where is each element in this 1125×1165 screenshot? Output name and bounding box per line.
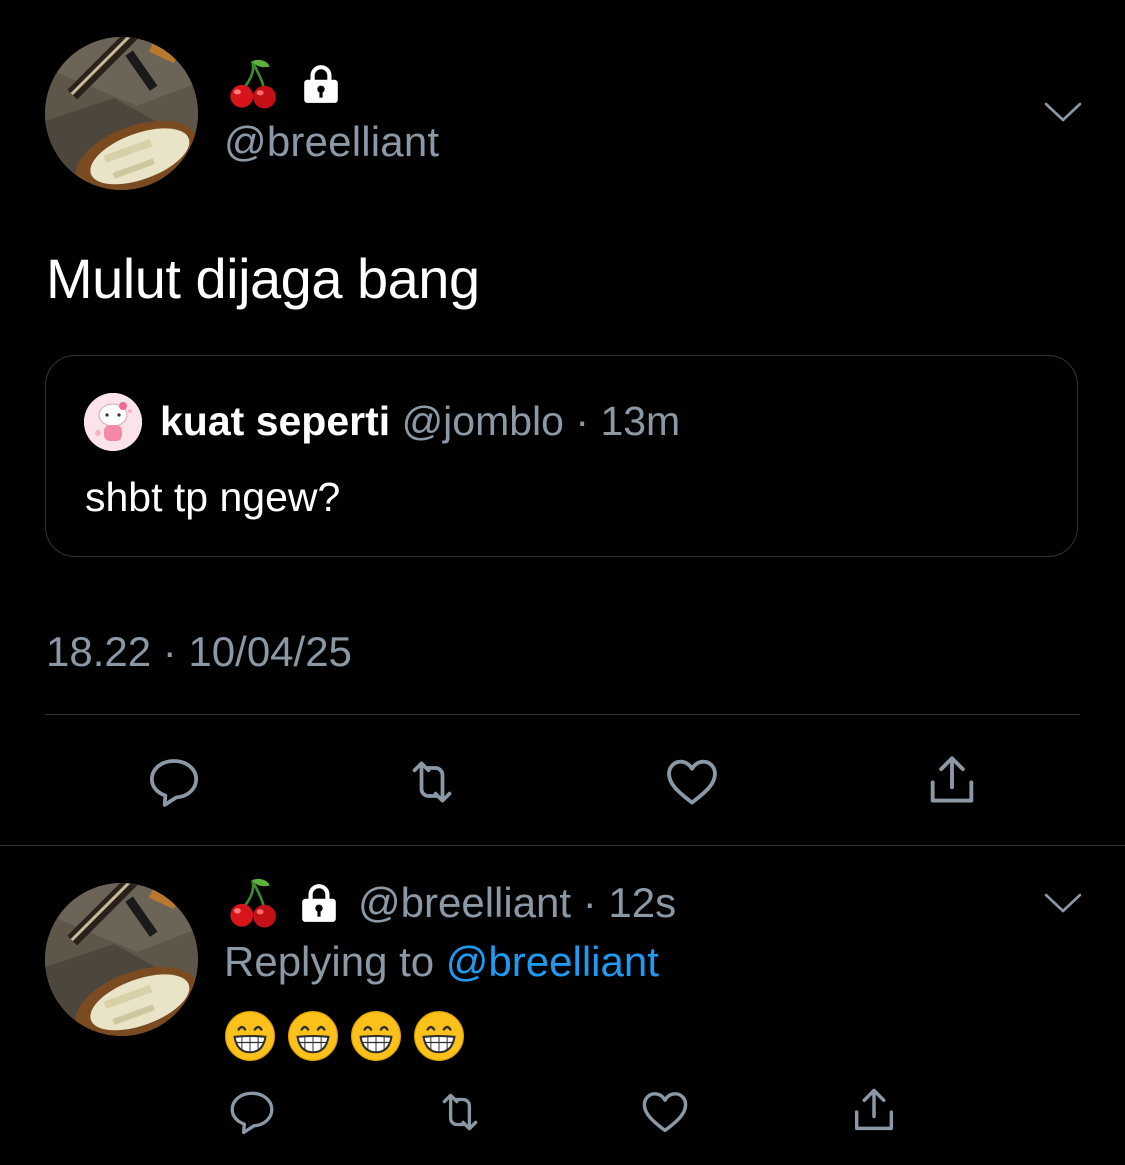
chevron-down-icon[interactable] [1043,891,1083,915]
author-handle[interactable]: @breelliant [224,118,439,166]
reply-button[interactable] [142,750,206,814]
grinning-face-emoji [287,1010,339,1062]
quoted-tweet-text: shbt tp ngew? [85,474,341,520]
tweet-timestamp: 18.22 · 10/04/25 [46,628,352,675]
share-icon [923,751,981,809]
reply-author-handle[interactable]: @breelliant [358,879,571,926]
quoted-tweet-header: kuat seperti @jomblo · 13m [160,398,680,445]
like-icon [663,753,721,811]
retweet-icon [404,754,460,810]
grinning-face-emoji [413,1010,465,1062]
quoted-time: 13m [600,398,681,444]
retweet-icon [435,1087,485,1137]
quoted-author-avatar [84,393,142,451]
quoted-author-handle[interactable]: @jomblo [402,398,564,444]
like-button[interactable] [637,1084,693,1140]
author-display-name[interactable] [226,56,342,112]
lock-icon [300,63,342,105]
retweet-button[interactable] [400,750,464,814]
like-button[interactable] [660,750,724,814]
tweet-text: Mulut dijaga bang [46,247,480,310]
cherry-emoji [226,56,282,112]
author-avatar[interactable] [45,37,198,190]
chevron-down-icon[interactable] [1043,100,1083,124]
grinning-face-emoji [224,1010,276,1062]
reply-text [224,1010,465,1062]
reply-icon [227,1087,277,1137]
share-button[interactable] [846,1082,902,1138]
reply-author-avatar[interactable] [45,883,198,1036]
quoted-separator: · [575,398,590,444]
reply-header: @breelliant · 12s [226,875,676,931]
cherry-emoji [226,875,282,931]
reply-icon [146,754,202,810]
replying-to-label: Replying to [224,938,435,985]
divider [45,714,1080,715]
like-icon [639,1086,691,1138]
grinning-face-emoji [350,1010,402,1062]
quoted-author-name[interactable]: kuat seperti [160,398,390,444]
lock-icon [298,882,340,924]
share-button[interactable] [920,748,984,812]
replying-to-mention[interactable]: @breelliant [446,938,659,985]
reply-separator: · [582,879,597,926]
retweet-button[interactable] [432,1084,488,1140]
divider [0,845,1125,846]
reply-time: 12s [608,879,677,926]
replying-to-line: Replying to @breelliant [224,938,659,986]
reply-button[interactable] [224,1084,280,1140]
share-icon [848,1084,900,1136]
quoted-tweet-card[interactable] [45,355,1078,557]
